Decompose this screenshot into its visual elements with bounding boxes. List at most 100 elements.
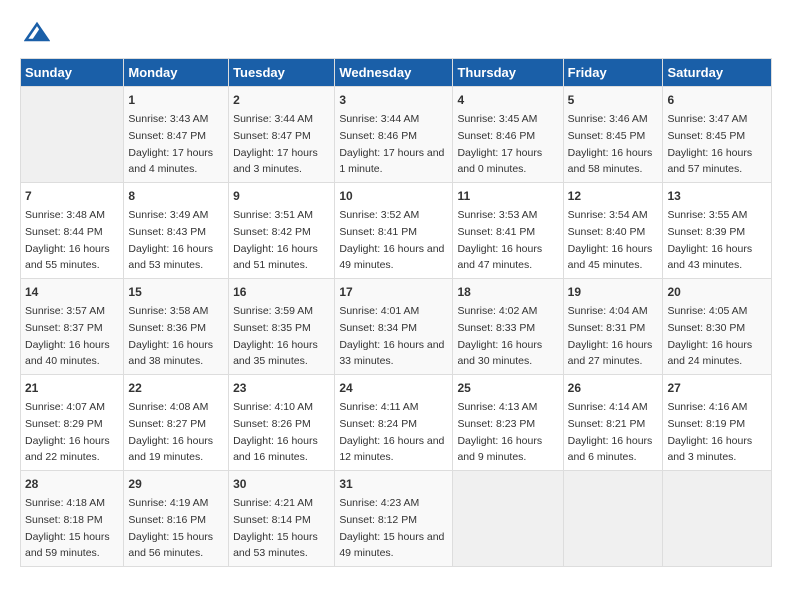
day-info: Sunrise: 3:45 AMSunset: 8:46 PMDaylight:… xyxy=(457,113,542,175)
column-header-tuesday: Tuesday xyxy=(229,59,335,87)
calendar-cell xyxy=(563,471,663,567)
day-info: Sunrise: 3:58 AMSunset: 8:36 PMDaylight:… xyxy=(128,305,213,367)
calendar-cell: 4 Sunrise: 3:45 AMSunset: 8:46 PMDayligh… xyxy=(453,87,563,183)
calendar-cell: 1 Sunrise: 3:43 AMSunset: 8:47 PMDayligh… xyxy=(124,87,229,183)
day-number: 10 xyxy=(339,187,448,205)
logo xyxy=(20,20,50,42)
day-info: Sunrise: 4:18 AMSunset: 8:18 PMDaylight:… xyxy=(25,497,110,559)
day-number: 9 xyxy=(233,187,330,205)
day-number: 28 xyxy=(25,475,119,493)
day-number: 17 xyxy=(339,283,448,301)
calendar-cell: 23 Sunrise: 4:10 AMSunset: 8:26 PMDaylig… xyxy=(229,375,335,471)
day-info: Sunrise: 4:05 AMSunset: 8:30 PMDaylight:… xyxy=(667,305,752,367)
calendar-cell: 16 Sunrise: 3:59 AMSunset: 8:35 PMDaylig… xyxy=(229,279,335,375)
day-number: 27 xyxy=(667,379,767,397)
day-number: 2 xyxy=(233,91,330,109)
calendar-cell xyxy=(663,471,772,567)
day-number: 12 xyxy=(568,187,659,205)
calendar-cell: 3 Sunrise: 3:44 AMSunset: 8:46 PMDayligh… xyxy=(335,87,453,183)
calendar-cell: 15 Sunrise: 3:58 AMSunset: 8:36 PMDaylig… xyxy=(124,279,229,375)
day-number: 11 xyxy=(457,187,558,205)
column-header-wednesday: Wednesday xyxy=(335,59,453,87)
day-info: Sunrise: 3:48 AMSunset: 8:44 PMDaylight:… xyxy=(25,209,110,271)
day-number: 25 xyxy=(457,379,558,397)
calendar-cell: 31 Sunrise: 4:23 AMSunset: 8:12 PMDaylig… xyxy=(335,471,453,567)
day-number: 31 xyxy=(339,475,448,493)
day-info: Sunrise: 4:11 AMSunset: 8:24 PMDaylight:… xyxy=(339,401,444,463)
day-info: Sunrise: 4:01 AMSunset: 8:34 PMDaylight:… xyxy=(339,305,444,367)
calendar-cell: 10 Sunrise: 3:52 AMSunset: 8:41 PMDaylig… xyxy=(335,183,453,279)
day-info: Sunrise: 4:08 AMSunset: 8:27 PMDaylight:… xyxy=(128,401,213,463)
day-number: 22 xyxy=(128,379,224,397)
calendar-cell: 9 Sunrise: 3:51 AMSunset: 8:42 PMDayligh… xyxy=(229,183,335,279)
day-info: Sunrise: 3:51 AMSunset: 8:42 PMDaylight:… xyxy=(233,209,318,271)
calendar-cell: 7 Sunrise: 3:48 AMSunset: 8:44 PMDayligh… xyxy=(21,183,124,279)
day-info: Sunrise: 4:04 AMSunset: 8:31 PMDaylight:… xyxy=(568,305,653,367)
day-number: 30 xyxy=(233,475,330,493)
day-number: 6 xyxy=(667,91,767,109)
day-number: 24 xyxy=(339,379,448,397)
calendar-cell: 30 Sunrise: 4:21 AMSunset: 8:14 PMDaylig… xyxy=(229,471,335,567)
calendar-cell: 12 Sunrise: 3:54 AMSunset: 8:40 PMDaylig… xyxy=(563,183,663,279)
day-info: Sunrise: 4:07 AMSunset: 8:29 PMDaylight:… xyxy=(25,401,110,463)
day-info: Sunrise: 3:55 AMSunset: 8:39 PMDaylight:… xyxy=(667,209,752,271)
day-number: 18 xyxy=(457,283,558,301)
day-number: 23 xyxy=(233,379,330,397)
day-info: Sunrise: 4:23 AMSunset: 8:12 PMDaylight:… xyxy=(339,497,444,559)
day-number: 1 xyxy=(128,91,224,109)
calendar-cell: 21 Sunrise: 4:07 AMSunset: 8:29 PMDaylig… xyxy=(21,375,124,471)
week-row-5: 28 Sunrise: 4:18 AMSunset: 8:18 PMDaylig… xyxy=(21,471,772,567)
day-info: Sunrise: 3:57 AMSunset: 8:37 PMDaylight:… xyxy=(25,305,110,367)
logo-icon xyxy=(24,20,50,42)
column-header-saturday: Saturday xyxy=(663,59,772,87)
day-number: 5 xyxy=(568,91,659,109)
day-number: 26 xyxy=(568,379,659,397)
day-number: 16 xyxy=(233,283,330,301)
calendar-cell: 18 Sunrise: 4:02 AMSunset: 8:33 PMDaylig… xyxy=(453,279,563,375)
day-info: Sunrise: 3:53 AMSunset: 8:41 PMDaylight:… xyxy=(457,209,542,271)
day-number: 19 xyxy=(568,283,659,301)
calendar-cell: 22 Sunrise: 4:08 AMSunset: 8:27 PMDaylig… xyxy=(124,375,229,471)
day-number: 14 xyxy=(25,283,119,301)
day-number: 21 xyxy=(25,379,119,397)
day-info: Sunrise: 4:14 AMSunset: 8:21 PMDaylight:… xyxy=(568,401,653,463)
calendar-cell: 19 Sunrise: 4:04 AMSunset: 8:31 PMDaylig… xyxy=(563,279,663,375)
column-header-thursday: Thursday xyxy=(453,59,563,87)
day-info: Sunrise: 4:13 AMSunset: 8:23 PMDaylight:… xyxy=(457,401,542,463)
calendar-cell: 27 Sunrise: 4:16 AMSunset: 8:19 PMDaylig… xyxy=(663,375,772,471)
calendar-table: SundayMondayTuesdayWednesdayThursdayFrid… xyxy=(20,58,772,567)
calendar-cell: 26 Sunrise: 4:14 AMSunset: 8:21 PMDaylig… xyxy=(563,375,663,471)
calendar-header-row: SundayMondayTuesdayWednesdayThursdayFrid… xyxy=(21,59,772,87)
day-info: Sunrise: 4:21 AMSunset: 8:14 PMDaylight:… xyxy=(233,497,318,559)
calendar-cell: 8 Sunrise: 3:49 AMSunset: 8:43 PMDayligh… xyxy=(124,183,229,279)
day-info: Sunrise: 3:43 AMSunset: 8:47 PMDaylight:… xyxy=(128,113,213,175)
day-info: Sunrise: 3:44 AMSunset: 8:47 PMDaylight:… xyxy=(233,113,318,175)
calendar-cell: 11 Sunrise: 3:53 AMSunset: 8:41 PMDaylig… xyxy=(453,183,563,279)
day-info: Sunrise: 3:44 AMSunset: 8:46 PMDaylight:… xyxy=(339,113,444,175)
day-number: 8 xyxy=(128,187,224,205)
day-number: 20 xyxy=(667,283,767,301)
week-row-3: 14 Sunrise: 3:57 AMSunset: 8:37 PMDaylig… xyxy=(21,279,772,375)
day-info: Sunrise: 3:49 AMSunset: 8:43 PMDaylight:… xyxy=(128,209,213,271)
day-info: Sunrise: 3:59 AMSunset: 8:35 PMDaylight:… xyxy=(233,305,318,367)
day-number: 4 xyxy=(457,91,558,109)
day-info: Sunrise: 4:19 AMSunset: 8:16 PMDaylight:… xyxy=(128,497,213,559)
calendar-cell: 2 Sunrise: 3:44 AMSunset: 8:47 PMDayligh… xyxy=(229,87,335,183)
day-number: 15 xyxy=(128,283,224,301)
calendar-cell: 24 Sunrise: 4:11 AMSunset: 8:24 PMDaylig… xyxy=(335,375,453,471)
calendar-cell: 5 Sunrise: 3:46 AMSunset: 8:45 PMDayligh… xyxy=(563,87,663,183)
day-number: 13 xyxy=(667,187,767,205)
day-info: Sunrise: 4:10 AMSunset: 8:26 PMDaylight:… xyxy=(233,401,318,463)
day-info: Sunrise: 3:47 AMSunset: 8:45 PMDaylight:… xyxy=(667,113,752,175)
calendar-cell: 25 Sunrise: 4:13 AMSunset: 8:23 PMDaylig… xyxy=(453,375,563,471)
calendar-cell: 14 Sunrise: 3:57 AMSunset: 8:37 PMDaylig… xyxy=(21,279,124,375)
week-row-1: 1 Sunrise: 3:43 AMSunset: 8:47 PMDayligh… xyxy=(21,87,772,183)
day-number: 29 xyxy=(128,475,224,493)
calendar-cell: 29 Sunrise: 4:19 AMSunset: 8:16 PMDaylig… xyxy=(124,471,229,567)
calendar-cell: 28 Sunrise: 4:18 AMSunset: 8:18 PMDaylig… xyxy=(21,471,124,567)
week-row-2: 7 Sunrise: 3:48 AMSunset: 8:44 PMDayligh… xyxy=(21,183,772,279)
day-number: 3 xyxy=(339,91,448,109)
column-header-friday: Friday xyxy=(563,59,663,87)
calendar-cell: 20 Sunrise: 4:05 AMSunset: 8:30 PMDaylig… xyxy=(663,279,772,375)
calendar-cell: 17 Sunrise: 4:01 AMSunset: 8:34 PMDaylig… xyxy=(335,279,453,375)
